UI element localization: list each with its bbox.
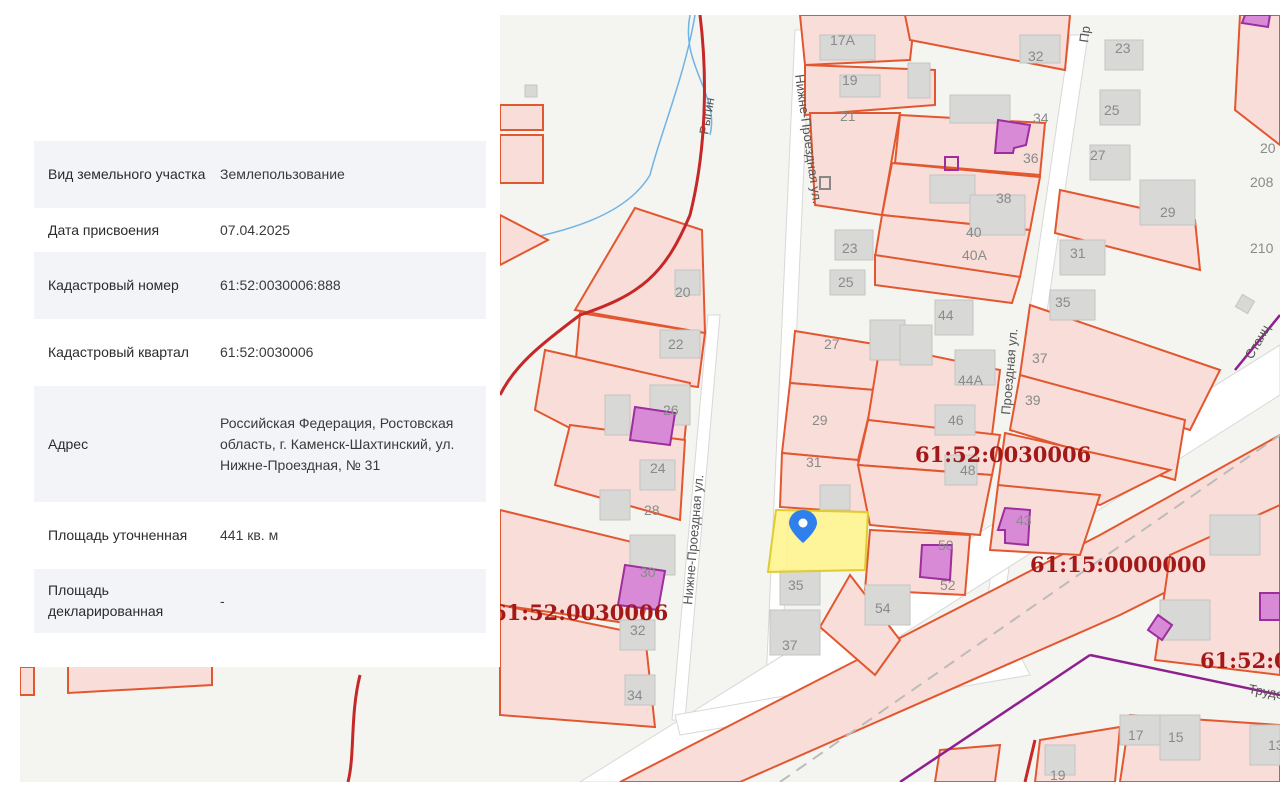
svg-text:54: 54 [875,600,891,616]
svg-text:46: 46 [948,412,964,428]
svg-text:31: 31 [806,454,822,470]
label-area-declared: Площадь декларированная [34,569,208,633]
svg-text:24: 24 [650,460,666,476]
svg-text:210: 210 [1250,240,1274,256]
svg-text:50: 50 [938,537,954,553]
svg-text:36: 36 [1023,150,1039,166]
row-area-specified: Площадь уточненная 441 кв. м [34,502,486,569]
svg-text:40: 40 [966,224,982,240]
svg-text:44А: 44А [958,372,984,388]
label-area-specified: Площадь уточненная [48,527,188,543]
quarter-label: 61:52:0030006 [492,600,668,625]
svg-text:17А: 17А [830,32,856,48]
svg-text:28: 28 [644,502,660,518]
row-assign-date: Дата присвоения 07.04.2025 [34,208,486,252]
svg-text:21: 21 [840,108,856,124]
row-area-declared: Площадь декларированная - [34,569,486,633]
svg-text:29: 29 [1160,204,1176,220]
svg-text:43: 43 [1016,512,1032,528]
label-cadastral-number: Кадастровый номер [34,252,208,319]
svg-text:37: 37 [1032,350,1048,366]
street-label: Пр [1076,25,1093,44]
svg-text:30: 30 [640,564,656,580]
value-area-specified: 441 кв. м [220,527,279,543]
svg-text:31: 31 [1070,245,1086,261]
svg-text:34: 34 [1033,110,1049,126]
svg-text:22: 22 [668,336,684,352]
svg-text:25: 25 [838,274,854,290]
svg-text:13: 13 [1268,737,1280,753]
quarter-label: 61:15:0000000 [1030,552,1206,577]
label-assign-date: Дата присвоения [48,221,160,238]
label-land-type: Вид земельного участка [34,141,208,208]
quarter-label: 61:52:0030006 [915,442,1091,467]
svg-text:208: 208 [1250,174,1274,190]
svg-text:20: 20 [675,284,691,300]
row-cadastral-quarter: Кадастровый квартал 61:52:0030006 [34,319,486,386]
svg-text:29: 29 [812,412,828,428]
value-cadastral-quarter[interactable]: 61:52:0030006 [208,319,486,386]
value-assign-date: 07.04.2025 [220,221,291,238]
selected-parcel [766,508,870,574]
value-address: Российская Федерация, Ростовская область… [208,386,486,502]
svg-text:37: 37 [782,637,798,653]
svg-text:35: 35 [1055,294,1071,310]
svg-text:25: 25 [1104,102,1120,118]
label-address: Адрес [34,386,208,502]
svg-text:34: 34 [627,687,643,703]
parcel-info-table: Вид земельного участка Землепользование … [34,141,486,633]
svg-text:23: 23 [1115,40,1131,56]
svg-text:19: 19 [1050,767,1066,782]
svg-text:52: 52 [940,577,956,593]
svg-text:38: 38 [996,190,1012,206]
svg-text:19: 19 [842,72,858,88]
svg-text:27: 27 [824,336,840,352]
quarter-label: 61:52:0 [1200,648,1280,673]
svg-text:17: 17 [1128,727,1144,743]
svg-text:39: 39 [1025,392,1041,408]
row-land-type: Вид земельного участка Землепользование [34,141,486,208]
value-cadastral-number[interactable]: 61:52:0030006:888 [208,252,486,319]
svg-text:27: 27 [1090,147,1106,163]
svg-text:44: 44 [938,307,954,323]
svg-text:20: 20 [1260,140,1276,156]
value-area-declared: - [208,569,486,633]
svg-text:35: 35 [788,577,804,593]
svg-text:26: 26 [663,402,679,418]
row-cadastral-number: Кадастровый номер 61:52:0030006:888 [34,252,486,319]
svg-text:32: 32 [1028,48,1044,64]
svg-text:15: 15 [1168,729,1184,745]
value-land-type: Землепользование [208,141,486,208]
svg-text:40А: 40А [962,247,988,263]
label-cadastral-quarter: Кадастровый квартал [48,344,189,360]
row-address: Адрес Российская Федерация, Ростовская о… [34,386,486,502]
svg-text:23: 23 [842,240,858,256]
